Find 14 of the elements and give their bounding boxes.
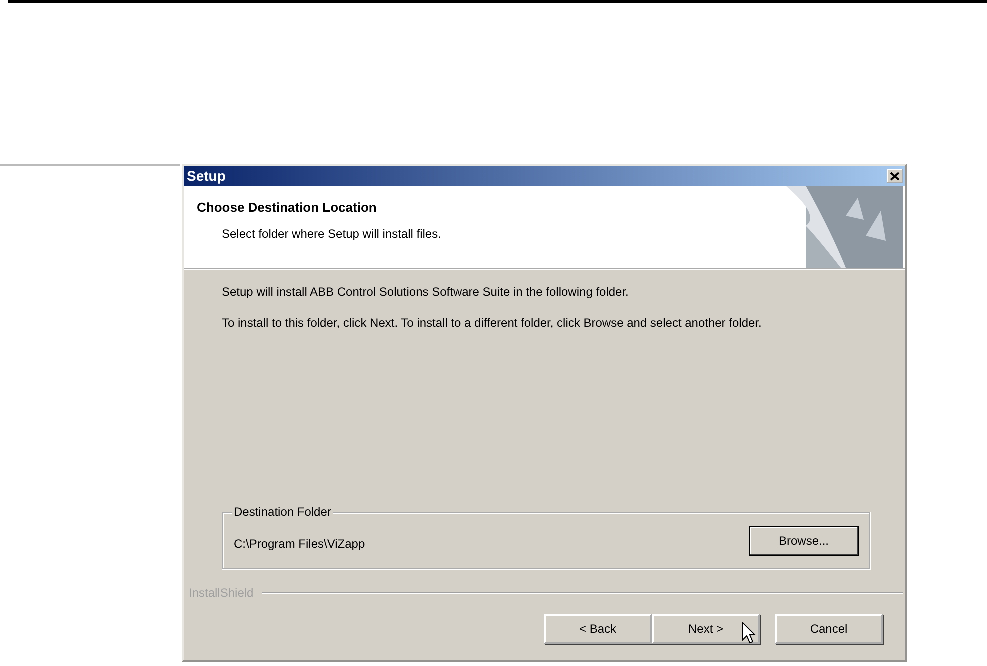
window-title: Setup	[187, 168, 226, 184]
cursor-icon	[742, 622, 758, 646]
close-button[interactable]	[887, 169, 903, 183]
folder-path: C:\Program Files\ViZapp	[234, 537, 366, 551]
instruction-text: To install to this folder, click Next. To install to a different folder, click Browse and select another folder.	[222, 316, 763, 331]
group-label: Destination Folder	[232, 505, 334, 519]
cancel-button[interactable]: Cancel	[775, 614, 883, 644]
header-title: Choose Destination Location	[197, 200, 378, 215]
header-subtitle: Select folder where Setup will install files.	[222, 227, 442, 241]
next-button[interactable]: Next >	[652, 614, 760, 644]
close-icon	[890, 172, 900, 180]
browse-button[interactable]: Browse...	[749, 526, 859, 556]
back-button[interactable]: < Back	[544, 614, 652, 644]
instruction-text: Setup will install ABB Control Solutions Software Suite in the following folder.	[222, 285, 630, 300]
